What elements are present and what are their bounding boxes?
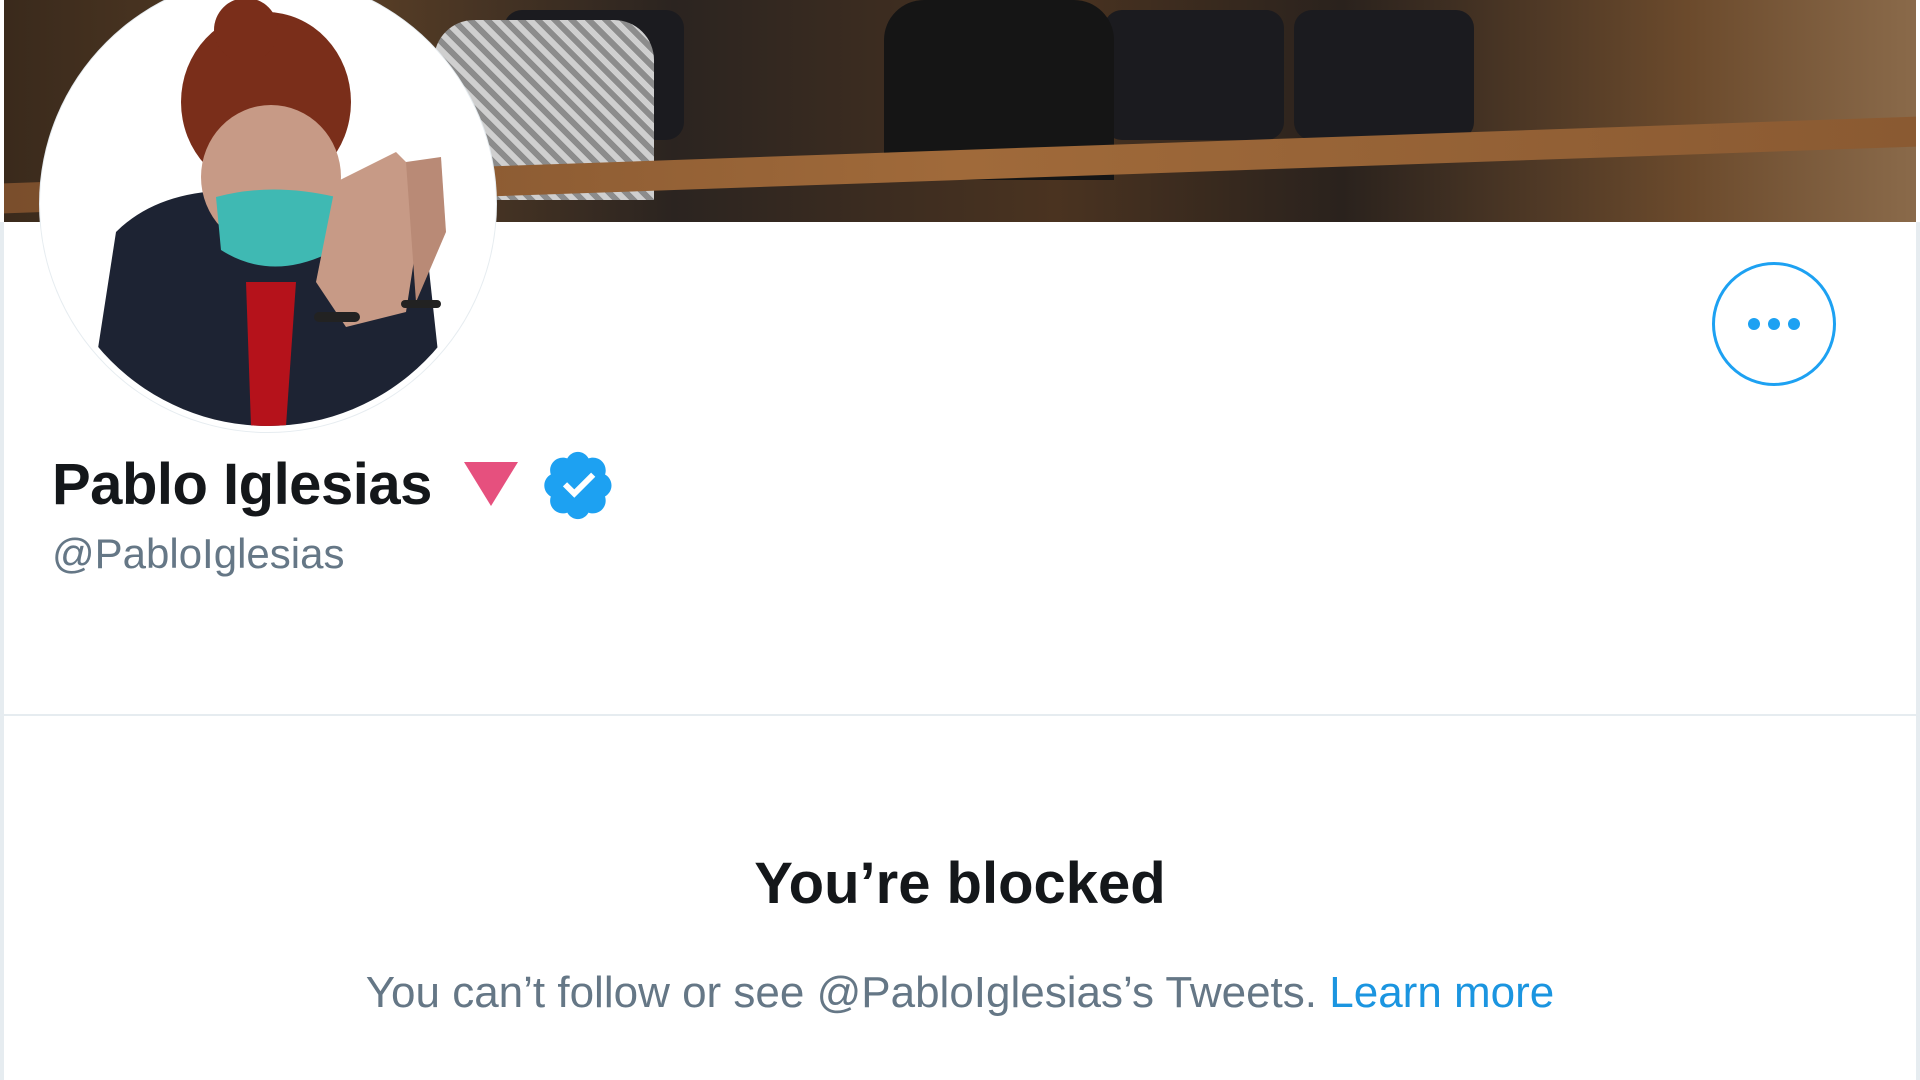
more-horizontal-icon (1748, 318, 1800, 330)
verified-badge-icon (544, 451, 612, 520)
column-border-left (0, 222, 4, 1080)
red-triangle-down-icon (463, 462, 518, 506)
blocked-message: You can’t follow or see @PabloIglesias’s… (365, 968, 1318, 1017)
blocked-message-row: You can’t follow or see @PabloIglesias’s… (0, 968, 1920, 1018)
profile-name-row: Pablo Iglesias (52, 448, 616, 520)
learn-more-link[interactable]: Learn more (1329, 968, 1554, 1017)
section-divider (4, 714, 1916, 716)
column-border-right (1916, 222, 1920, 1080)
avatar-illustration (46, 0, 490, 426)
profile-avatar[interactable] (40, 0, 496, 432)
more-options-button[interactable] (1712, 262, 1836, 386)
blocked-title: You’re blocked (754, 851, 1166, 916)
profile-name: Pablo Iglesias (52, 451, 432, 517)
banner-seat (1294, 10, 1474, 140)
banner-seat (1104, 10, 1284, 140)
profile-handle: @PabloIglesias (52, 530, 345, 577)
